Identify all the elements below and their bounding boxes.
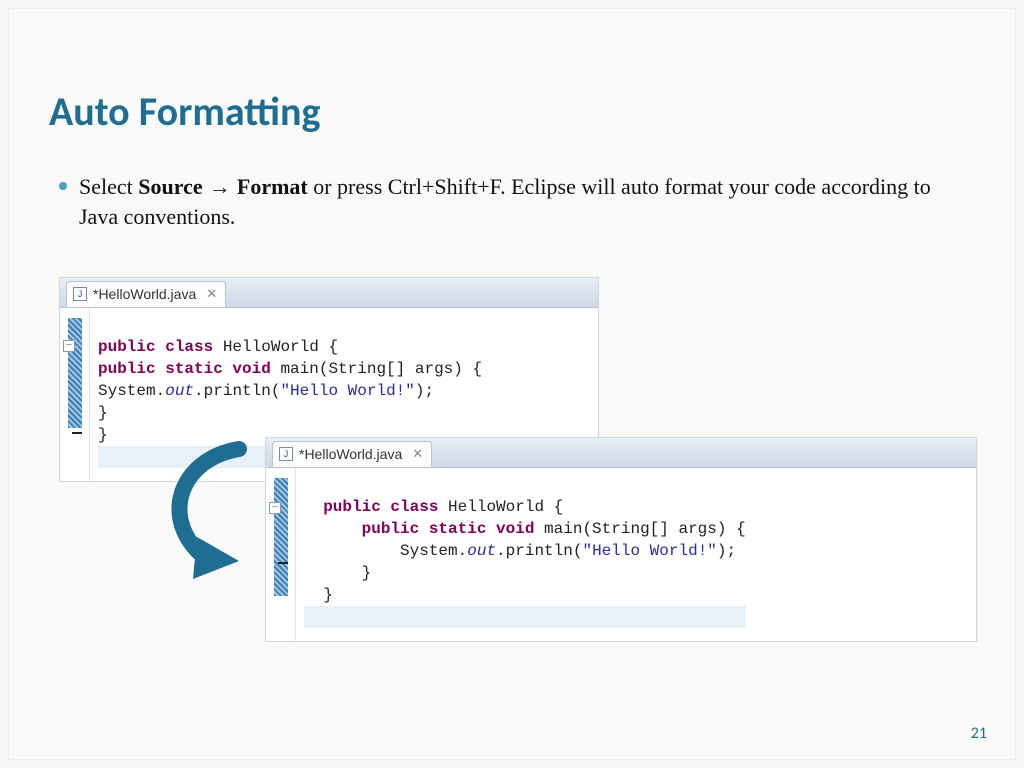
page-number: 21 xyxy=(971,724,987,743)
bullet-text-pre: Select xyxy=(79,174,138,199)
java-file-icon: J xyxy=(73,287,87,301)
bullet-source: Source xyxy=(138,174,202,199)
bullet-dot-icon xyxy=(59,182,67,190)
editor-tabbar: J *HelloWorld.java ✕ xyxy=(266,438,976,468)
change-marker-icon xyxy=(274,478,288,596)
caret-icon xyxy=(278,562,288,564)
code-editor-after: J *HelloWorld.java ✕ − public class Hell… xyxy=(265,437,977,642)
arrow-right-icon: → xyxy=(203,174,237,199)
java-file-icon: J xyxy=(279,447,293,461)
caret-icon xyxy=(72,432,82,434)
fold-toggle-icon[interactable]: − xyxy=(63,340,75,352)
editor-tab[interactable]: J *HelloWorld.java ✕ xyxy=(272,441,432,467)
editor-gutter: − xyxy=(266,468,296,641)
editor-tabbar: J *HelloWorld.java ✕ xyxy=(60,278,598,308)
fold-toggle-icon[interactable]: − xyxy=(269,502,281,514)
close-icon[interactable]: ✕ xyxy=(206,286,217,302)
tab-title: *HelloWorld.java xyxy=(299,446,402,462)
bullet-format: Format xyxy=(237,174,308,199)
close-icon[interactable]: ✕ xyxy=(412,446,423,462)
editor-gutter: − xyxy=(60,308,90,481)
slide-title: Auto Formatting xyxy=(49,87,1015,136)
bullet-item: Select Source → Format or press Ctrl+Shi… xyxy=(79,172,975,231)
editor-tab[interactable]: J *HelloWorld.java ✕ xyxy=(66,281,226,307)
code-area[interactable]: − public class HelloWorld { public stati… xyxy=(266,468,976,641)
change-marker-icon xyxy=(68,318,82,428)
code-lines: public class HelloWorld { public static … xyxy=(296,468,746,641)
curved-arrow-icon xyxy=(149,439,269,579)
tab-title: *HelloWorld.java xyxy=(93,286,196,302)
